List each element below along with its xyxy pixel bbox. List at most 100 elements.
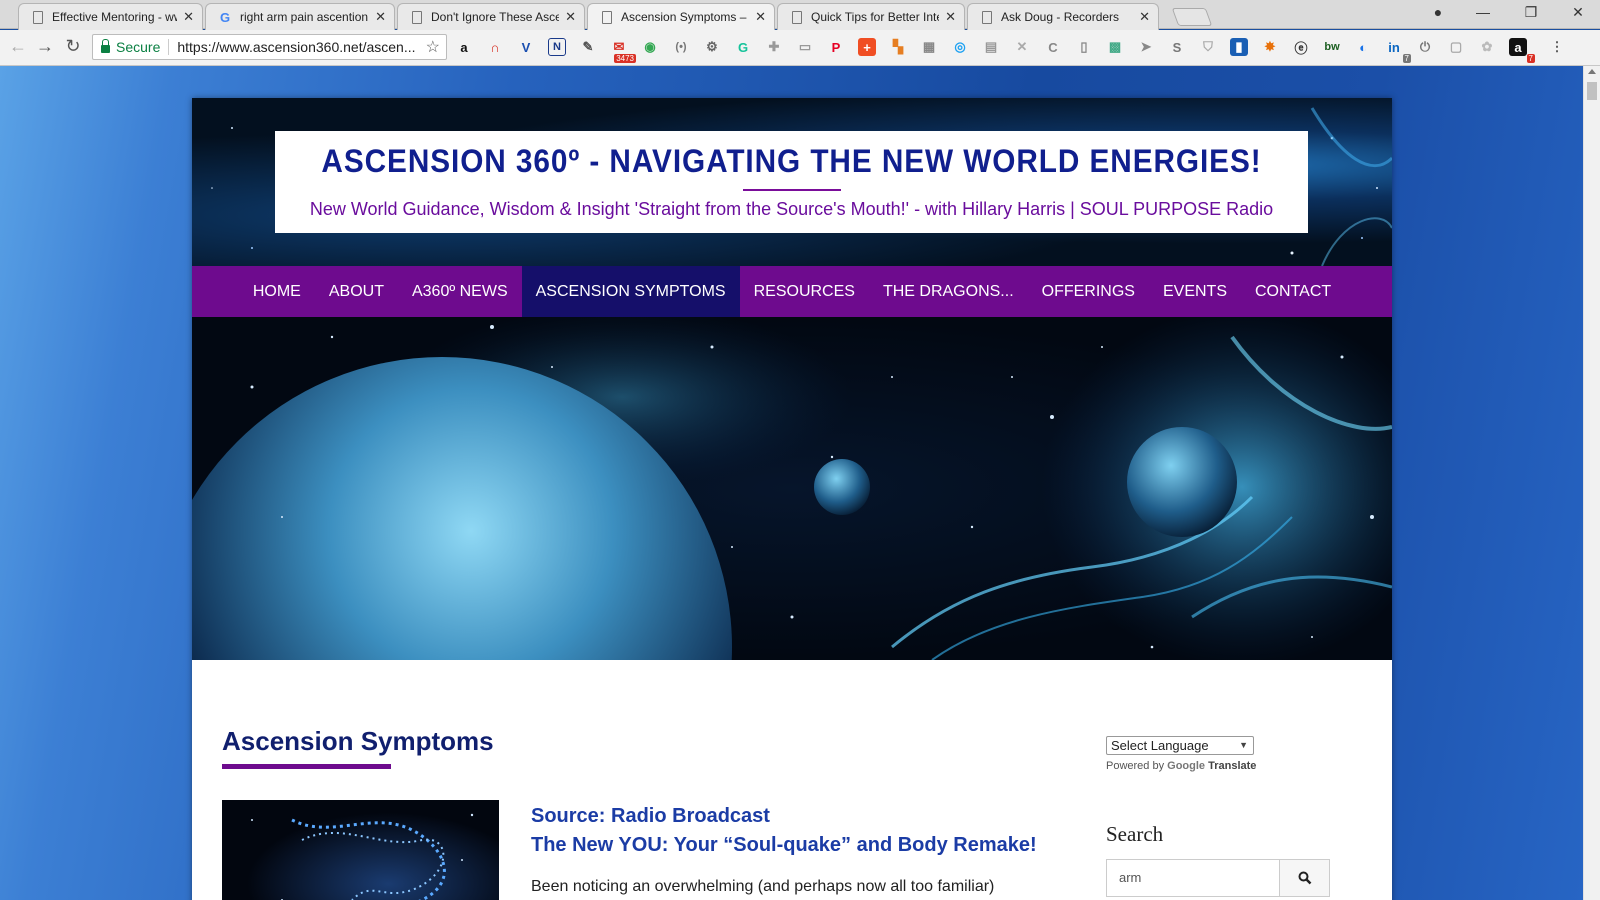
chrome-extension-icon[interactable]: ◉ [641,38,659,56]
wave-extension-icon[interactable]: ◐ [1354,38,1372,56]
plus-extension-icon[interactable]: + [858,38,876,56]
language-select[interactable]: Select Language ▼ [1106,736,1254,755]
secure-label: Secure [116,39,161,55]
gear-orange-extension-icon[interactable]: ✸ [1261,38,1279,56]
url-text[interactable]: https://www.ascension360.net/ascen... [177,39,419,55]
search-icon [1298,871,1311,885]
doc-extension-icon[interactable]: ▯ [1075,38,1093,56]
window-extension-icon[interactable]: ▭ [796,38,814,56]
linkedin-badge: 7 [1402,54,1411,63]
browser-tab-active[interactable]: Ascension Symptoms – A ✕ [587,3,775,30]
box-extension-icon[interactable]: ▢ [1447,38,1465,56]
search-extension-icon[interactable]: ◎ [951,38,969,56]
restore-icon[interactable]: ❐ [1516,4,1546,21]
browser-tab[interactable]: Effective Mentoring - ww ✕ [18,3,203,30]
nav-item-contact[interactable]: CONTACT [1241,266,1345,317]
magnet-extension-icon[interactable]: ∩ [486,38,504,56]
forward-icon[interactable]: → [33,36,57,57]
gear-extension-icon[interactable]: ⚙ [703,38,721,56]
translate-link[interactable]: Translate [1208,760,1256,772]
tab-title: Ask Doug - Recorders [1001,10,1120,24]
flower-extension-icon[interactable]: ✿ [1478,38,1496,56]
tab-title: Ascension Symptoms – A [621,10,750,24]
nav-item-ascension-symptoms[interactable]: ASCENSION SYMPTOMS [521,266,740,317]
menu-icon[interactable]: ⋮ [1548,38,1566,56]
nav-item-home[interactable]: HOME [239,266,315,317]
pinterest-extension-icon[interactable]: P [827,38,845,56]
close-window-icon[interactable]: ✕ [1563,4,1593,21]
address-bar[interactable]: Secure https://www.ascension360.net/asce… [92,34,447,60]
close-icon[interactable]: ✕ [755,9,766,25]
google-logo[interactable]: Google [1167,760,1205,772]
linkedin-extension-icon[interactable]: in 7 [1385,38,1411,63]
page-extension-icon[interactable]: ▤ [982,38,1000,56]
nav-item-news[interactable]: A360º NEWS [398,266,522,317]
nav-item-resources[interactable]: RESOURCES [740,266,869,317]
lock-icon [101,38,110,53]
colorgrid-extension-icon[interactable]: ▩ [1106,38,1124,56]
bars-extension-icon[interactable]: ▚ [889,38,907,56]
nav-item-offerings[interactable]: OFFERINGS [1028,266,1149,317]
bookmark-star-icon[interactable]: ☆ [426,37,440,57]
profile-icon[interactable]: ● [1423,4,1453,20]
title-box: ASCENSION 360º - NAVIGATING THE NEW WORL… [275,131,1308,233]
powered-by-google-translate: Powered by Google Translate [1106,760,1256,772]
search-button[interactable] [1280,859,1330,897]
page-title: Ascension Symptoms [222,726,494,756]
nav-item-dragons[interactable]: THE DRAGONS... [869,266,1028,317]
nav-item-about[interactable]: ABOUT [315,266,398,317]
n-extension-icon[interactable]: N [548,38,566,56]
chevron-down-icon: ▼ [1239,740,1248,750]
post-source[interactable]: Source: Radio Broadcast [531,805,770,828]
close-icon[interactable]: ✕ [183,9,194,25]
eyedropper-extension-icon[interactable]: ✎ [579,38,597,56]
site-title[interactable]: ASCENSION 360º - NAVIGATING THE NEW WORL… [311,143,1272,180]
browser-tab[interactable]: Don't Ignore These Ascen ✕ [397,3,585,30]
shield-extension-icon[interactable]: ⛉ [1199,38,1217,56]
new-tab-button[interactable] [1171,8,1213,26]
nav-item-events[interactable]: EVENTS [1149,266,1241,317]
c-extension-icon[interactable]: C [1044,38,1062,56]
tab-title: Effective Mentoring - ww [52,10,178,24]
main-content: Ascension Symptoms Source: Radio Broadca… [192,660,1392,900]
gmail-extension-icon[interactable]: ✉ 3473 [610,38,636,63]
power-extension-icon[interactable]: ⏻ [1416,38,1434,56]
post-title-link[interactable]: The New YOU: Your “Soul-quake” and Body … [531,834,1037,857]
back-icon[interactable]: ← [6,36,30,57]
amazon-extension-icon[interactable]: a [455,38,473,56]
bookmark-extension-icon[interactable]: ▮ [1230,38,1248,56]
google-icon: G [219,9,231,25]
title-divider [742,189,841,191]
vertical-scrollbar[interactable] [1583,66,1600,900]
grid-extension-icon[interactable]: ▦ [920,38,938,56]
post-thumbnail[interactable] [222,800,499,900]
browser-tab[interactable]: G right arm pain ascention ✕ [205,3,395,30]
e-extension-icon[interactable]: ⓔ [1292,38,1310,56]
close-icon[interactable]: ✕ [375,9,386,25]
hero-space-image [192,317,1392,660]
site-container: ASCENSION 360º - NAVIGATING THE NEW WORL… [192,98,1392,900]
close-icon[interactable]: ✕ [945,9,956,25]
broadcast-extension-icon[interactable]: (•) [672,38,690,56]
grammarly-extension-icon[interactable]: G [734,38,752,56]
divider [168,39,170,55]
reload-icon[interactable]: ↻ [61,36,85,57]
search-widget-heading: Search [1106,822,1164,846]
close-icon[interactable]: ✕ [565,9,576,25]
search-input[interactable]: arm [1106,859,1280,897]
scroll-up-icon[interactable] [1588,69,1596,74]
bw-extension-icon[interactable]: bw [1323,38,1341,56]
tools-extension-icon[interactable]: ✕ [1013,38,1031,56]
amazon-assistant-extension-icon[interactable]: a7 [1509,38,1535,63]
puzzle-extension-icon[interactable]: ✚ [765,38,783,56]
close-icon[interactable]: ✕ [1139,9,1150,25]
powered-by-label: Powered by [1106,760,1165,772]
site-header: ASCENSION 360º - NAVIGATING THE NEW WORL… [192,98,1392,266]
minimize-icon[interactable]: — [1468,4,1498,20]
tag-extension-icon[interactable]: ➤ [1137,38,1155,56]
browser-tab[interactable]: Quick Tips for Better Inte ✕ [777,3,965,30]
scrollbar-thumb[interactable] [1587,82,1597,100]
v-extension-icon[interactable]: V [517,38,535,56]
browser-tab[interactable]: Ask Doug - Recorders ✕ [967,3,1159,30]
s-extension-icon[interactable]: S [1168,38,1186,56]
